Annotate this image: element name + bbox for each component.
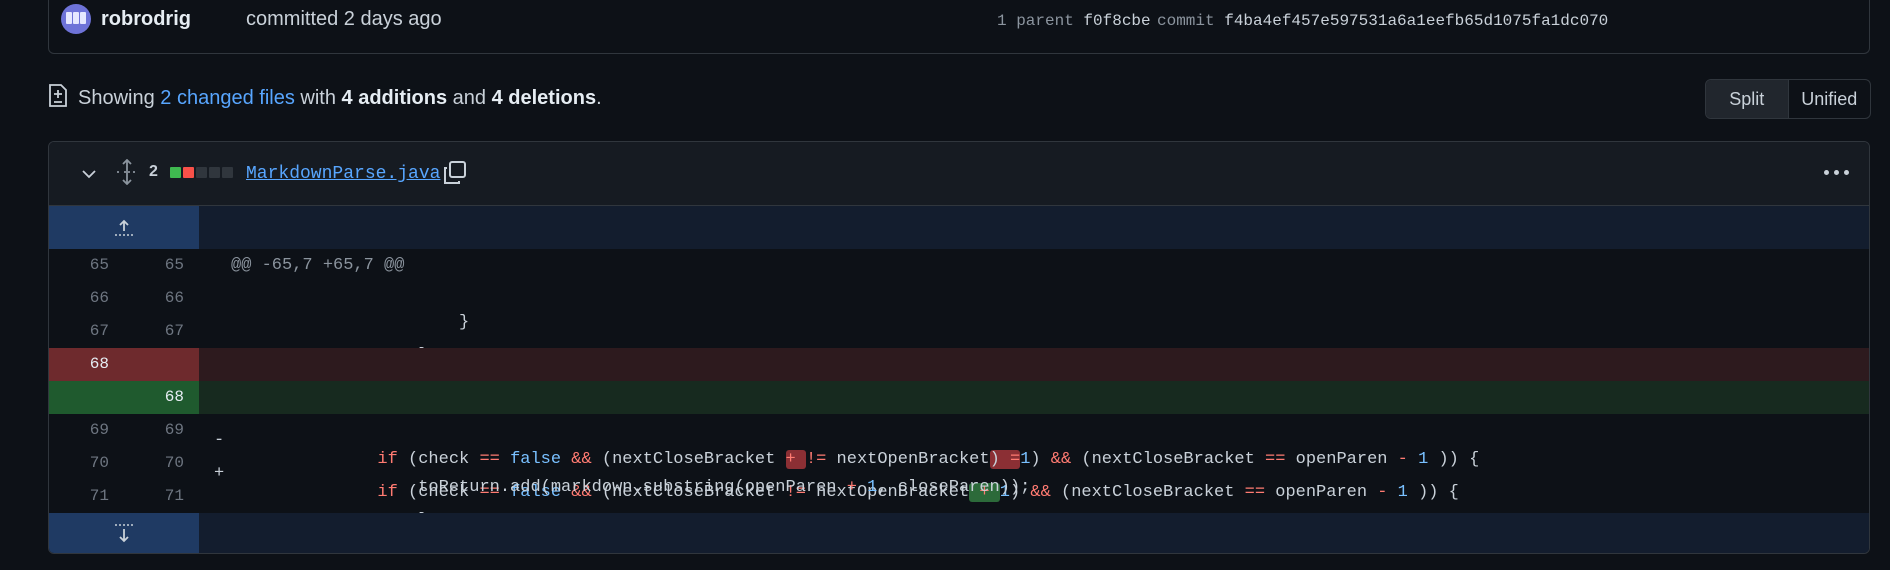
new-line-number[interactable]: 68 (124, 381, 184, 414)
chevron-down-icon[interactable] (81, 166, 97, 182)
commit-info: commit f4ba4ef457e597531a6a1eefb65d1075f… (1157, 12, 1608, 30)
view-toggle: Split Unified (1705, 79, 1871, 119)
summary-showing: Showing (78, 87, 155, 109)
diff-line-addition: 68 + if (check == false && (nextCloseBra… (49, 381, 1869, 502)
new-line-number[interactable]: 71 (124, 480, 184, 513)
old-line-number[interactable] (49, 381, 109, 414)
commit-author[interactable]: robrodrig (101, 8, 191, 31)
summary-and: and (452, 87, 487, 109)
parent-label: 1 parent (997, 12, 1074, 30)
hunk-footer (49, 513, 1869, 553)
summary-with: with (300, 87, 336, 109)
expand-all-icon[interactable] (115, 159, 139, 185)
parent-sha[interactable]: f0f8cbe (1083, 12, 1150, 30)
old-line-number[interactable]: 66 (49, 282, 109, 315)
commit-header: robrodrig committed 2 days ago 1 parent … (48, 0, 1870, 54)
new-line-number[interactable]: 66 (124, 282, 184, 315)
copy-icon[interactable] (442, 160, 468, 186)
diffstat-block (209, 167, 220, 178)
file-name-link[interactable]: MarkdownParse.java (246, 164, 440, 184)
additions-count: 4 additions (341, 87, 448, 109)
deletions-count: 4 deletions (491, 87, 597, 109)
commit-sha[interactable]: f4ba4ef457e597531a6a1eefb65d1075fa1dc070 (1224, 12, 1608, 30)
diff-line: 66 66 } (49, 282, 1869, 365)
old-line-number[interactable]: 70 (49, 447, 109, 480)
expand-down-icon (115, 524, 133, 543)
diffstat (170, 167, 233, 178)
split-button[interactable]: Split (1706, 80, 1789, 118)
unified-button[interactable]: Unified (1789, 80, 1871, 118)
old-line-number[interactable]: 68 (49, 348, 109, 381)
changed-files-link[interactable]: 2 changed files (160, 87, 295, 109)
avatar[interactable] (61, 4, 91, 34)
parent-info: 1 parent f0f8cbe (997, 12, 1151, 30)
old-line-number[interactable]: 71 (49, 480, 109, 513)
diff-line: 69 69 toReturn.add(markdown.substring(op… (49, 414, 1869, 497)
diff-line-deletion: 68 - if (check == false && (nextCloseBra… (49, 348, 1869, 469)
old-line-number[interactable]: 69 (49, 414, 109, 447)
new-line-number[interactable]: 65 (124, 249, 184, 282)
old-line-number[interactable]: 67 (49, 315, 109, 348)
old-line-number[interactable]: 65 (49, 249, 109, 282)
more-options-icon[interactable] (1824, 170, 1849, 175)
commit-time: committed 2 days ago (246, 8, 442, 30)
commit-label: commit (1157, 12, 1215, 30)
diff-line: 65 65 } (49, 249, 1869, 332)
diffstat-block (222, 167, 233, 178)
new-line-number[interactable]: 69 (124, 414, 184, 447)
expand-up-button[interactable] (49, 206, 199, 249)
change-count: 2 (149, 163, 158, 180)
diffstat-block (183, 167, 194, 178)
hunk-header: @@ -65,7 +65,7 @@ (49, 206, 1869, 275)
file-header: 2 MarkdownParse.java (49, 142, 1869, 206)
file-diff: 2 MarkdownParse.java @@ -65,7 +65,7 @@ 6… (48, 141, 1870, 554)
expand-down-button[interactable] (49, 513, 199, 553)
diffstat-block (196, 167, 207, 178)
summary-period: . (596, 87, 602, 109)
new-line-number[interactable]: 70 (124, 447, 184, 480)
file-diff-icon (49, 84, 67, 107)
expand-up-icon (115, 219, 133, 236)
diff-line: 67 67 (49, 315, 1869, 348)
diffstat-block (170, 167, 181, 178)
new-line-number[interactable]: 67 (124, 315, 184, 348)
diff-line: 71 71 currentIndex = closeParen + 1; (49, 480, 1869, 553)
diff-line: 70 70 } (49, 447, 1869, 530)
new-line-number[interactable] (124, 348, 184, 381)
